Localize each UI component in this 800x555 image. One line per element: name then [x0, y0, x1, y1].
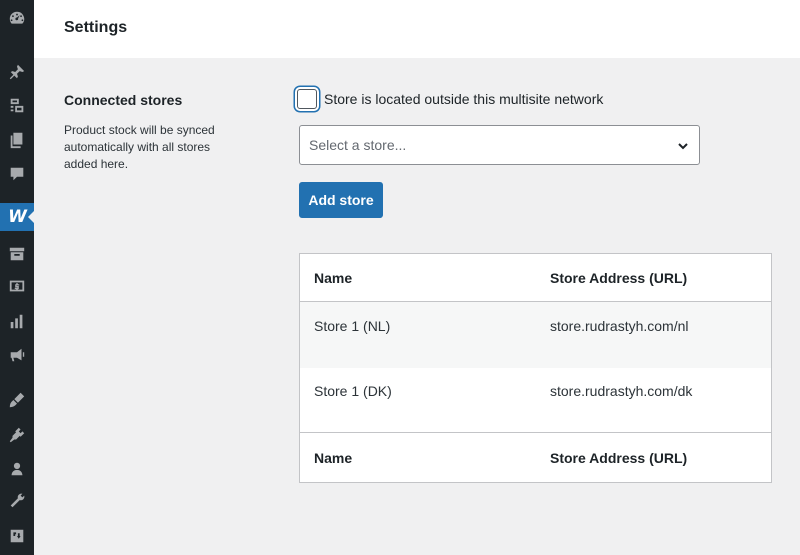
settings-icon[interactable]: [0, 522, 34, 550]
store-name-cell: Store 1 (NL): [314, 318, 391, 334]
section-description: Product stock will be synced automatical…: [64, 123, 215, 171]
store-name-cell: Store 1 (DK): [314, 383, 392, 399]
marketing-icon[interactable]: [0, 341, 34, 369]
admin-sidebar: W: [0, 0, 34, 555]
table-row[interactable]: Store 1 (DK) store.rudrastyh.com/dk: [300, 368, 771, 433]
products-icon[interactable]: [0, 240, 34, 268]
pages-icon[interactable]: [0, 126, 34, 154]
payments-icon[interactable]: [0, 272, 34, 300]
add-store-button[interactable]: Add store: [299, 182, 383, 218]
media-icon[interactable]: [0, 91, 34, 119]
outside-network-checkbox-label[interactable]: Store is located outside this multisite …: [324, 91, 603, 107]
page-title: Settings: [64, 19, 128, 36]
store-select-placeholder: Select a store...: [309, 137, 407, 153]
table-header-row: Name Store Address (URL): [300, 254, 771, 302]
users-icon[interactable]: [0, 455, 34, 483]
comments-icon[interactable]: [0, 160, 34, 188]
stores-table: Name Store Address (URL) Store 1 (NL) st…: [299, 253, 772, 483]
tools-icon[interactable]: [0, 487, 34, 515]
analytics-icon[interactable]: [0, 308, 34, 336]
column-footer-url: Store Address (URL): [550, 450, 688, 466]
table-footer-row: Name Store Address (URL): [300, 433, 771, 482]
page-header: Settings: [34, 0, 800, 58]
column-header-url: Store Address (URL): [550, 270, 688, 286]
column-header-name: Name: [314, 270, 353, 286]
store-select[interactable]: Select a store...: [299, 125, 700, 165]
store-url-cell: store.rudrastyh.com/dk: [550, 383, 693, 399]
column-footer-name: Name: [314, 450, 353, 466]
appearance-icon[interactable]: [0, 386, 34, 414]
section-title: Connected stores: [64, 92, 183, 108]
pin-icon[interactable]: [0, 58, 34, 86]
table-row[interactable]: Store 1 (NL) store.rudrastyh.com/nl: [300, 302, 771, 368]
woocommerce-logo-icon[interactable]: W: [0, 203, 34, 231]
dashboard-icon[interactable]: [0, 4, 34, 32]
outside-network-checkbox[interactable]: [297, 89, 317, 109]
chevron-down-icon: [677, 139, 689, 151]
store-url-cell: store.rudrastyh.com/nl: [550, 318, 689, 334]
plugins-icon[interactable]: [0, 421, 34, 449]
